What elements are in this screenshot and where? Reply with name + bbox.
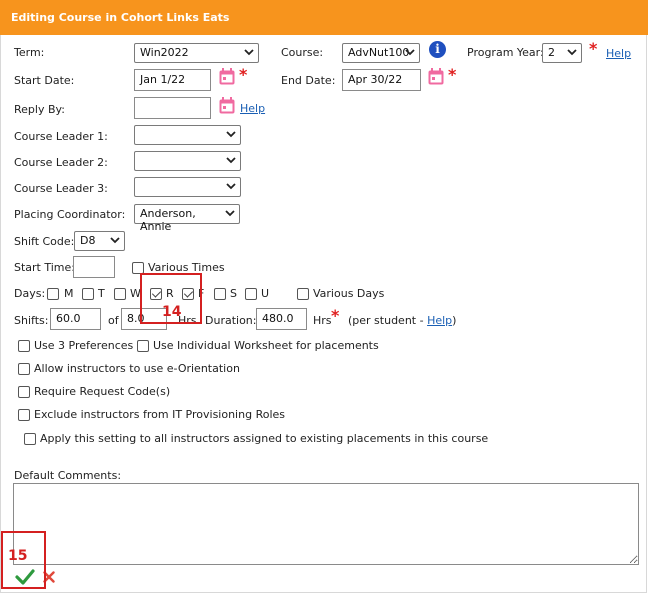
default-comments-label: Default Comments: [14,469,122,482]
chevron-down-icon [110,237,120,244]
calendar-icon[interactable] [219,97,235,114]
e-orientation-label: Allow instructors to use e-Orientation [34,362,240,375]
calendar-icon[interactable] [428,68,444,85]
of-label: of [108,314,119,327]
reply-by-label: Reply By: [14,103,65,116]
annotation-label-14: 14 [162,304,182,320]
required-star: * [239,65,248,84]
chevron-down-icon [567,49,577,56]
end-date-label: End Date: [281,74,336,87]
day-m-checkbox[interactable] [47,288,59,300]
reply-by-input[interactable] [134,97,211,119]
shifts-input[interactable]: 60.0 [50,308,101,330]
request-code-label: Require Request Code(s) [34,385,171,398]
course-leader-1-select[interactable] [134,125,241,145]
day-s-checkbox[interactable] [214,288,226,300]
apply-all-label: Apply this setting to all instructors as… [40,432,489,445]
e-orientation-checkbox[interactable] [18,363,30,375]
individual-worksheet-label: Use Individual Worksheet for placements [153,339,379,352]
default-comments-textarea[interactable] [13,483,639,565]
course-leader-3-select[interactable] [134,177,241,197]
info-icon[interactable]: i [429,41,446,58]
program-year-select[interactable]: 2 [542,43,582,63]
days-label: Days: [14,287,46,300]
various-days-checkbox[interactable] [297,288,309,300]
course-select[interactable]: AdvNut100 [342,43,420,63]
annotation-label-15: 15 [8,548,28,564]
day-m-label: M [64,287,74,300]
day-s-label: S [230,287,237,300]
course-leader-1-label: Course Leader 1: [14,130,108,143]
end-date-input[interactable]: Apr 30/22 [342,69,421,91]
duration-input[interactable]: 480.0 [256,308,307,330]
duration-unit-label: Hrs [313,314,332,327]
term-select[interactable]: Win2022 [134,43,259,63]
course-leader-3-label: Course Leader 3: [14,182,108,195]
use-3-preferences-label: Use 3 Preferences [34,339,134,352]
per-student-note: (per student - Help) [348,314,457,327]
chevron-down-icon [226,183,236,190]
calendar-icon[interactable] [219,68,235,85]
chevron-down-icon [226,131,236,138]
apply-all-checkbox[interactable] [24,433,36,445]
day-u-checkbox[interactable] [245,288,257,300]
start-date-label: Start Date: [14,74,75,87]
start-time-label: Start Time: [14,261,75,274]
day-u-label: U [261,287,270,300]
required-star: * [331,306,340,325]
program-year-help-link[interactable]: Help [606,47,631,60]
day-t-checkbox[interactable] [82,288,94,300]
exclude-it-checkbox[interactable] [18,409,30,421]
required-star: * [589,39,598,58]
start-time-input[interactable] [73,256,115,278]
shifts-label: Shifts: [14,314,49,327]
dialog-title: Editing Course in Cohort Links Eats [0,0,648,35]
request-code-checkbox[interactable] [18,386,30,398]
program-year-label: Program Year: [467,46,544,59]
reply-by-help-link[interactable]: Help [240,102,265,115]
term-label: Term: [14,46,45,59]
shift-code-select[interactable]: D8 [74,231,125,251]
shift-code-label: Shift Code: [14,235,75,248]
required-star: * [448,65,457,84]
duration-label: Duration: [205,314,257,327]
individual-worksheet-checkbox[interactable] [137,340,149,352]
course-label: Course: [281,46,324,59]
chevron-down-icon [405,49,415,56]
course-leader-2-label: Course Leader 2: [14,156,108,169]
day-t-label: T [98,287,105,300]
use-3-preferences-checkbox[interactable] [18,340,30,352]
placing-coordinator-select[interactable]: Anderson, Annie [134,204,240,233]
placing-coordinator-label: Placing Coordinator: [14,208,126,221]
course-leader-2-select[interactable] [134,151,241,171]
exclude-it-label: Exclude instructors from IT Provisioning… [34,408,285,421]
chevron-down-icon [244,49,254,56]
day-w-checkbox[interactable] [114,288,126,300]
chevron-down-icon [226,157,236,164]
chevron-down-icon [225,210,235,217]
per-student-help-link[interactable]: Help [427,314,452,327]
various-days-label: Various Days [313,287,385,300]
start-date-input[interactable]: Jan 1/22 [134,69,211,91]
